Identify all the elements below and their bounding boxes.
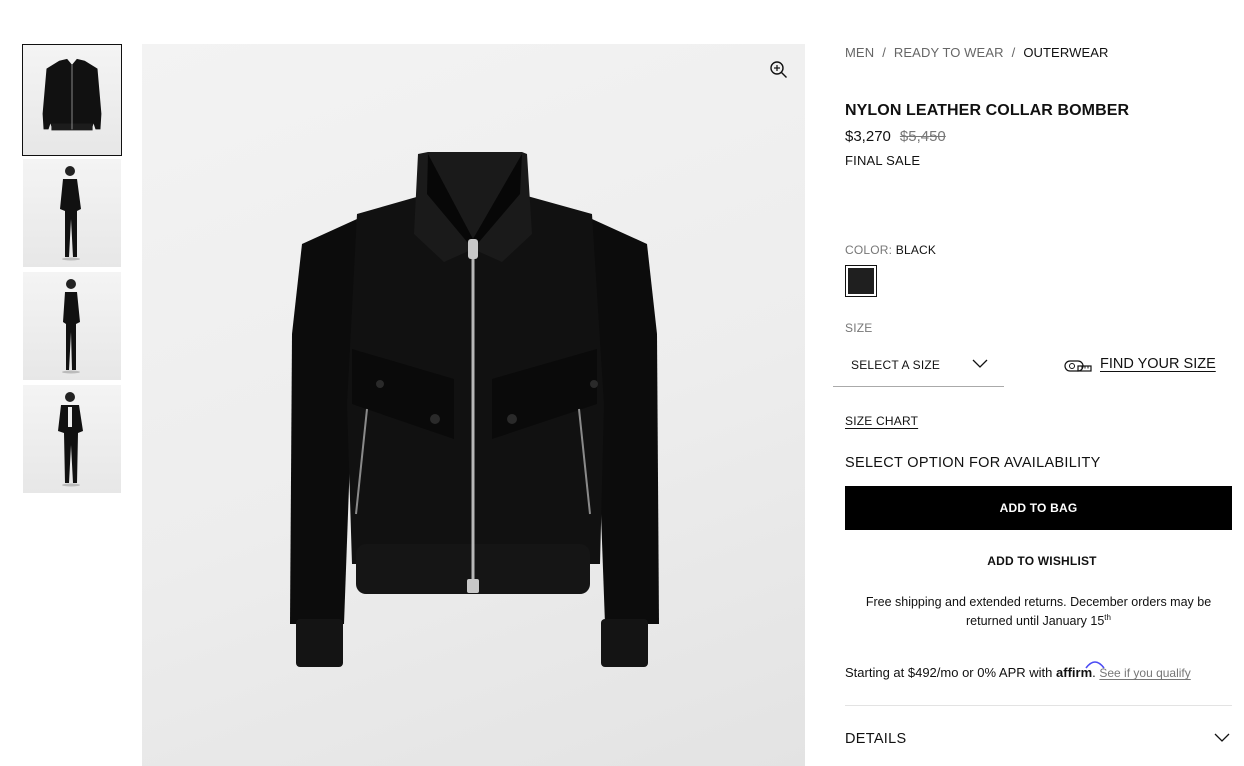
add-to-bag-button[interactable]: ADD TO BAG: [845, 486, 1232, 530]
see-if-you-qualify-link[interactable]: See if you qualify: [1099, 666, 1190, 680]
thumbnail-front-product[interactable]: [22, 44, 122, 156]
size-select-value: SELECT A SIZE: [851, 358, 941, 372]
original-price: $5,450: [899, 128, 946, 145]
final-sale-note: FINAL SALE: [845, 153, 921, 168]
sale-price: $3,270: [845, 128, 891, 145]
chevron-down-icon: [972, 359, 988, 368]
thumbnail-model-open[interactable]: [23, 385, 121, 493]
zoom-in-icon[interactable]: [769, 60, 789, 80]
thumbnail-model-image: [62, 279, 80, 374]
add-to-wishlist-button[interactable]: ADD TO WISHLIST: [845, 554, 1239, 568]
breadcrumb-men[interactable]: MEN: [845, 45, 874, 60]
breadcrumb-outerwear[interactable]: OUTERWEAR: [1023, 45, 1108, 60]
size-chart-link[interactable]: SIZE CHART: [845, 414, 918, 428]
size-select[interactable]: SELECT A SIZE: [833, 348, 1004, 387]
thumbnail-model-image: [60, 166, 81, 261]
size-label: SIZE: [845, 321, 873, 335]
thumbnail-jacket-image: [42, 58, 102, 131]
affirm-arc-icon: [1085, 661, 1105, 669]
product-title: NYLON LEATHER COLLAR BOMBER: [845, 102, 1130, 119]
product-info-panel: MEN / READY TO WEAR / OUTERWEAR NYLON LEATHE…: [833, 0, 1232, 766]
shipping-message: Free shipping and extended returns. Dece…: [865, 595, 1212, 629]
financing-message: Starting at $492/mo or 0% APR with affir…: [845, 661, 1191, 680]
breadcrumb: MEN / READY TO WEAR / OUTERWEAR: [845, 45, 1109, 60]
measuring-tape-icon: [1064, 360, 1092, 372]
thumbnail-list: [22, 44, 122, 498]
find-your-size-label: FIND YOUR SIZE: [1100, 356, 1216, 372]
thumbnail-model-side[interactable]: [23, 272, 121, 380]
price: $3,270 $5,450: [845, 128, 946, 145]
product-main-image[interactable]: [142, 44, 805, 766]
thumbnail-model-image: [58, 392, 83, 487]
color-swatch-black[interactable]: [845, 265, 877, 297]
availability-message: SELECT OPTION FOR AVAILABILITY: [845, 455, 1101, 471]
jacket-image: [290, 152, 659, 667]
swatch-fill: [848, 268, 874, 294]
breadcrumb-ready-to-wear[interactable]: READY TO WEAR: [894, 45, 1004, 60]
divider: [845, 705, 1232, 706]
color-label: COLOR: BLACK: [845, 243, 937, 257]
color-value: BLACK: [895, 243, 937, 257]
affirm-logo: affirm: [1056, 661, 1105, 680]
thumbnail-model-front[interactable]: [23, 159, 121, 267]
chevron-down-icon[interactable]: [1214, 733, 1230, 743]
details-accordion-toggle[interactable]: DETAILS: [845, 731, 906, 747]
